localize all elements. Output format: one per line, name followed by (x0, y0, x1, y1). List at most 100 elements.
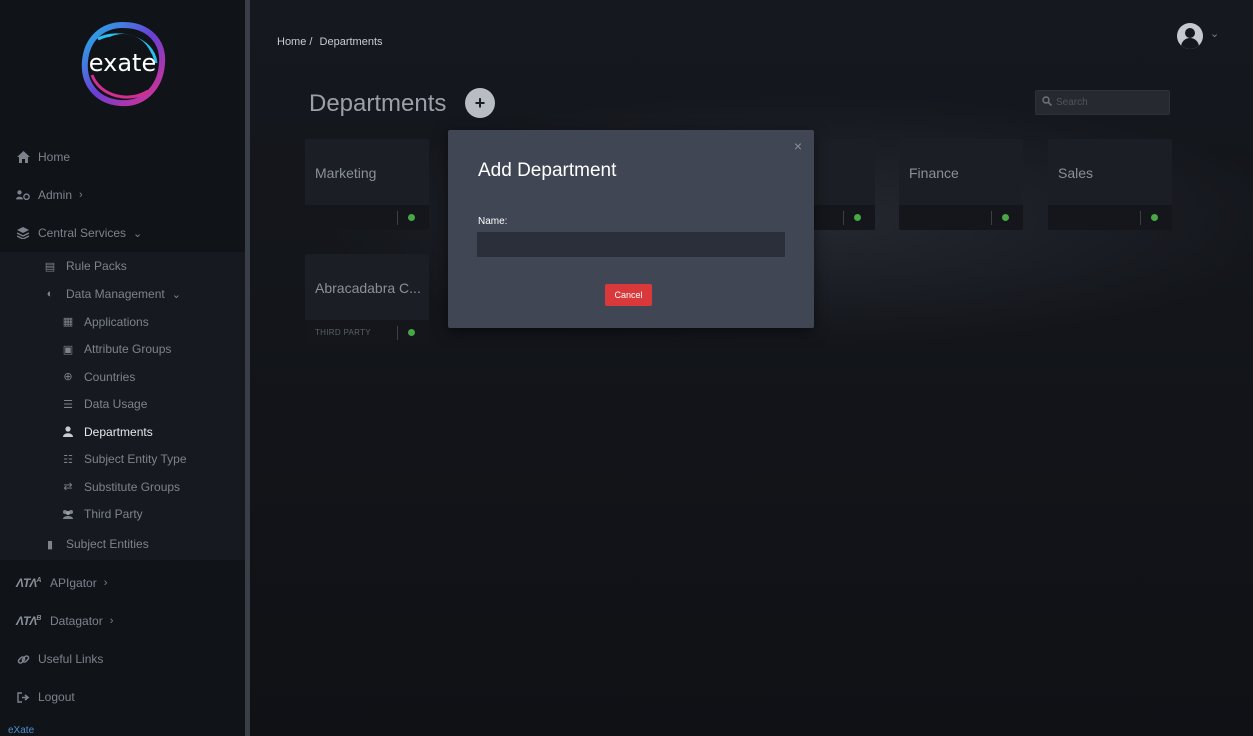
list-icon: ☰ (63, 398, 73, 411)
department-name-field[interactable] (477, 232, 785, 257)
sidebar-item-substitute-groups[interactable]: ⇄ Substitute Groups (0, 473, 245, 501)
modal-title: Add Department (478, 160, 617, 181)
card-footer (899, 205, 1023, 230)
chevron-down-icon: ⌄ (171, 288, 181, 301)
search-input[interactable] (1056, 97, 1156, 108)
department-card[interactable]: Marketing (305, 139, 429, 230)
sidebar-item-label: Departments (84, 424, 153, 439)
third-party-tag: THIRD PARTY (315, 328, 371, 337)
status-active-dot (854, 214, 861, 221)
sidebar-item-label: Rule Packs (66, 259, 127, 273)
group-icon (62, 509, 74, 520)
sidebar-item-label: Logout (38, 690, 75, 704)
logout-icon (16, 690, 30, 704)
breadcrumb: Home / Departments (277, 36, 387, 48)
table-icon: ▤ (44, 260, 56, 273)
bullet-list-icon: ☷ (63, 453, 73, 466)
sidebar-item-label: Subject Entity Type (84, 452, 187, 467)
home-icon (16, 150, 30, 164)
page-title: Departments (309, 90, 447, 117)
sidebar-item-data-usage[interactable]: ☰ Data Usage (0, 391, 245, 419)
card-footer: THIRD PARTY (305, 320, 429, 345)
sidebar-item-applications[interactable]: ▦ Applications (0, 308, 245, 336)
sidebar-item-apigator[interactable]: ΛTΛA APIgator › (0, 564, 245, 602)
sidebar-item-attribute-groups[interactable]: ▣ Attribute Groups (0, 336, 245, 364)
card-footer (1048, 205, 1172, 230)
central-services-submenu: ▤ Rule Packs ◐ Data Management ⌄ ▦ Appli… (0, 252, 245, 560)
link-icon (16, 652, 30, 666)
sidebar-item-label: Useful Links (38, 652, 104, 666)
sidebar-item-central-services[interactable]: Central Services ⌄ (0, 214, 245, 252)
sidebar-item-subject-entities[interactable]: ▮ Subject Entities (0, 528, 245, 560)
sidebar-item-label: Attribute Groups (84, 342, 172, 357)
user-icon (62, 426, 74, 438)
sidebar-item-third-party[interactable]: Third Party (0, 501, 245, 529)
user-avatar[interactable] (1177, 23, 1203, 49)
sidebar-item-label: APIgator (50, 576, 97, 590)
search-box[interactable] (1035, 90, 1170, 115)
sidebar: exate Home Admin › Central Services ⌄ ▤ … (0, 0, 245, 736)
cancel-button[interactable]: Cancel (605, 284, 652, 306)
sidebar-item-label: Home (38, 150, 71, 164)
sidebar-item-logout[interactable]: Logout (0, 678, 245, 716)
footer-brand[interactable]: eXate (8, 725, 34, 736)
status-active-dot (408, 329, 415, 336)
id-card-icon: ▣ (62, 343, 74, 356)
chevron-down-icon[interactable]: ⌄ (1210, 27, 1219, 40)
apigator-brand-icon: ΛTΛA (16, 576, 41, 590)
book-icon: ▮ (46, 538, 54, 551)
sidebar-item-label: Central Services (38, 226, 127, 240)
sidebar-item-data-management[interactable]: ◐ Data Management ⌄ (0, 280, 245, 308)
layers-icon (16, 226, 30, 240)
sidebar-item-rule-packs[interactable]: ▤ Rule Packs (0, 252, 245, 280)
sidebar-nav: Home Admin › Central Services ⌄ ▤ Rule P… (0, 138, 245, 716)
sidebar-item-countries[interactable]: ⊕ Countries (0, 363, 245, 391)
status-active-dot (1151, 214, 1158, 221)
sidebar-item-label: Datagator (50, 614, 103, 628)
sidebar-item-departments[interactable]: Departments (0, 418, 245, 446)
chevron-right-icon: › (109, 615, 114, 627)
card-footer (305, 205, 429, 230)
close-icon[interactable]: × (794, 138, 802, 154)
logo-text: exate (88, 48, 157, 77)
globe-icon: ⊕ (63, 371, 73, 384)
chevron-right-icon: › (103, 577, 108, 589)
department-card[interactable]: Abracadabra C... THIRD PARTY (305, 254, 429, 345)
swap-icon: ⇄ (63, 481, 73, 494)
sidebar-item-subject-entity-type[interactable]: ☷ Subject Entity Type (0, 446, 245, 474)
sidebar-item-label: Substitute Groups (84, 479, 181, 494)
sidebar-item-label: Applications (84, 314, 149, 329)
sidebar-item-label: Countries (84, 369, 136, 384)
search-icon (1042, 96, 1053, 109)
sidebar-item-datagator[interactable]: ΛTΛB Datagator › (0, 602, 245, 640)
main-content: Home / Departments ⌄ Departments + Marke… (250, 0, 1253, 736)
logo-area: exate (0, 0, 245, 127)
department-name: Marketing (315, 165, 377, 181)
breadcrumb-home[interactable]: Home / (277, 36, 312, 48)
breadcrumb-current: Departments (319, 36, 383, 48)
sidebar-item-useful-links[interactable]: Useful Links (0, 640, 245, 678)
department-name: Abracadabra C... (315, 280, 421, 296)
sidebar-item-label: Data Management (66, 287, 165, 301)
users-gear-icon (16, 188, 30, 202)
status-active-dot (1002, 214, 1009, 221)
sidebar-item-label: Subject Entities (66, 537, 149, 551)
status-active-dot (408, 214, 415, 221)
department-card[interactable]: Sales (1048, 139, 1172, 230)
datagator-brand-icon: ΛTΛB (16, 614, 41, 628)
sidebar-item-home[interactable]: Home (0, 138, 245, 176)
sidebar-item-label: Admin (38, 188, 73, 202)
add-department-modal: × Add Department Name: Cancel (448, 130, 814, 328)
department-card[interactable]: Finance (899, 139, 1023, 230)
grid-icon: ▦ (62, 316, 74, 329)
chevron-down-icon: ⌄ (133, 227, 143, 240)
shield-icon: ◐ (46, 288, 54, 300)
department-name: Finance (909, 165, 959, 181)
name-label: Name: (478, 216, 508, 227)
chevron-right-icon: › (79, 189, 83, 201)
sidebar-item-admin[interactable]: Admin › (0, 176, 245, 214)
exate-logo[interactable]: exate (78, 19, 168, 109)
add-department-button[interactable]: + (465, 88, 495, 118)
sidebar-item-label: Third Party (84, 507, 143, 522)
department-name: Sales (1058, 165, 1094, 181)
